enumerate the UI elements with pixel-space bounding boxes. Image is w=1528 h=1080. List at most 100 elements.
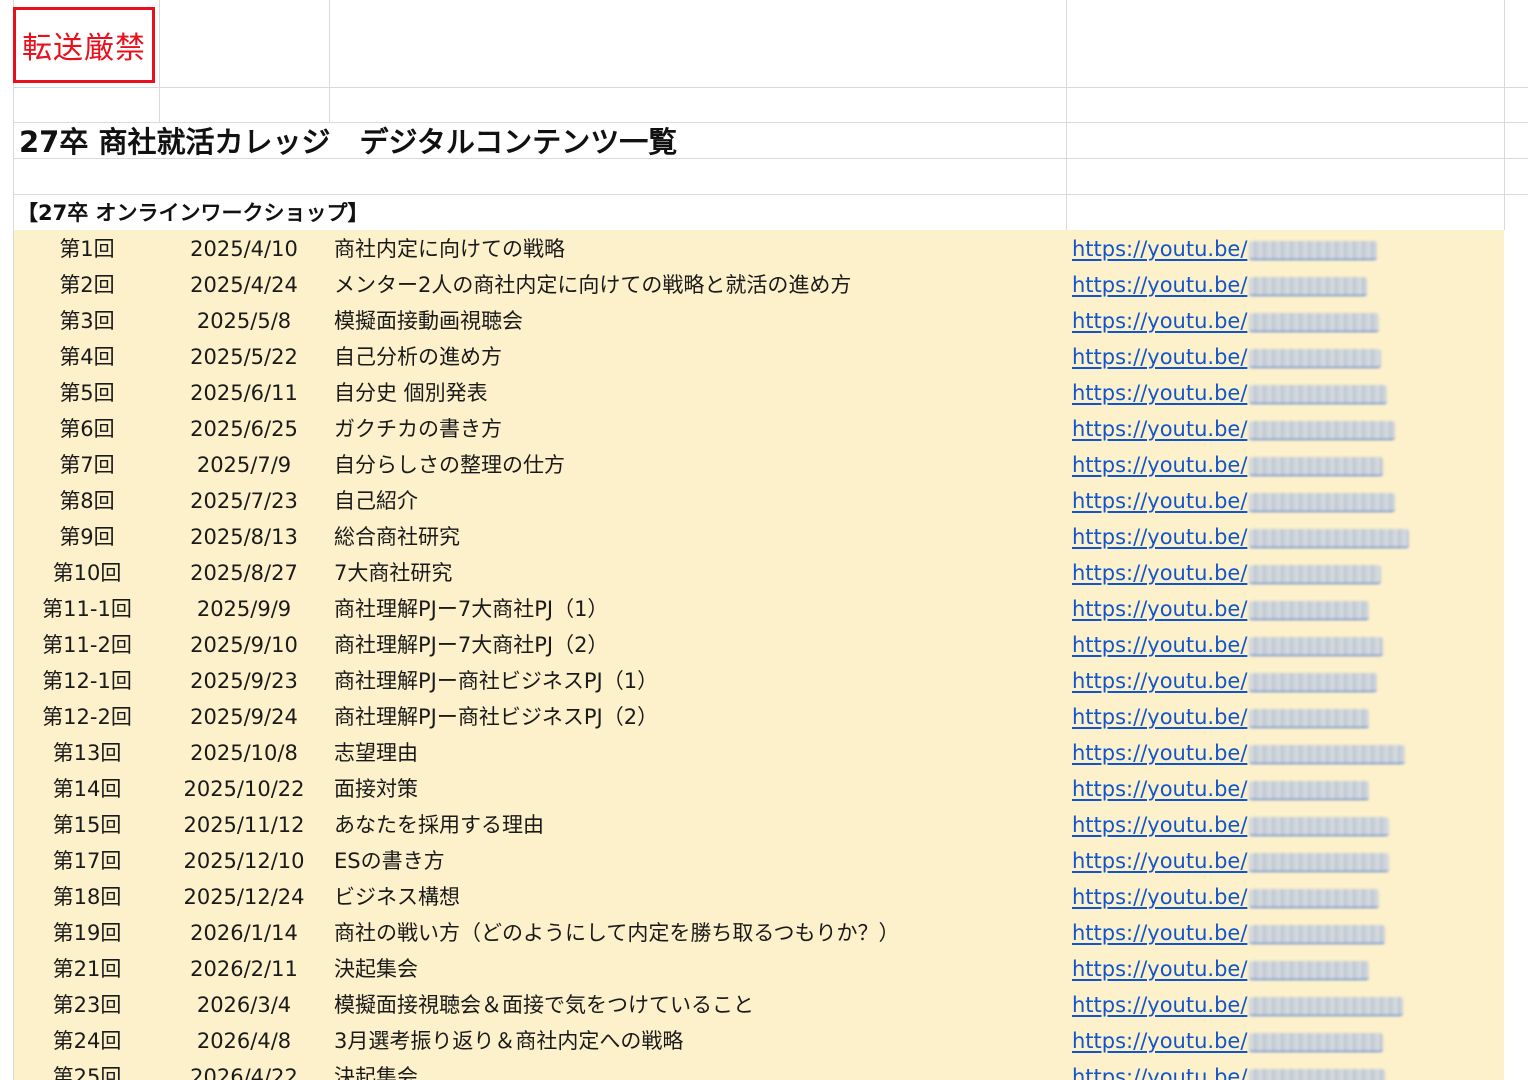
session-number: 第1回 <box>59 237 115 261</box>
video-link[interactable]: https://youtu.be/ <box>1072 951 1370 987</box>
video-link[interactable]: https://youtu.be/ <box>1072 231 1378 267</box>
video-link[interactable]: https://youtu.be/ <box>1072 915 1386 951</box>
video-link-cell: https://youtu.be/ <box>1072 231 1492 267</box>
session-date: 2025/8/27 <box>190 561 298 585</box>
video-link-text: https://youtu.be/ <box>1072 381 1248 405</box>
redacted-video-id <box>1249 888 1380 908</box>
session-title: 自己紹介 <box>334 489 418 513</box>
video-link[interactable]: https://youtu.be/ <box>1072 843 1390 879</box>
video-link[interactable]: https://youtu.be/ <box>1072 987 1404 1023</box>
table-row: 第5回 2025/6/11 自分史 個別発表 https://youtu.be/ <box>14 375 1504 411</box>
table-row: 第17回 2025/12/10 ESの書き方 https://youtu.be/ <box>14 843 1504 879</box>
video-link[interactable]: https://youtu.be/ <box>1072 735 1406 771</box>
video-link-cell: https://youtu.be/ <box>1072 267 1492 303</box>
video-link-text: https://youtu.be/ <box>1072 993 1248 1017</box>
video-link[interactable]: https://youtu.be/ <box>1072 699 1370 735</box>
table-row: 第1回 2025/4/10 商社内定に向けての戦略 https://youtu.be/ <box>14 231 1504 267</box>
session-number: 第18回 <box>52 885 122 909</box>
gridline-row-1 <box>14 87 1528 88</box>
video-link[interactable]: https://youtu.be/ <box>1072 303 1380 339</box>
session-title: 商社理解PJー商社ビジネスPJ（1） <box>334 669 659 693</box>
redacted-video-id <box>1249 1068 1386 1080</box>
session-date: 2025/5/22 <box>190 345 298 369</box>
redacted-video-id <box>1249 672 1378 692</box>
session-number: 第6回 <box>59 417 115 441</box>
video-link[interactable]: https://youtu.be/ <box>1072 519 1410 555</box>
session-title: 商社の戦い方（どのようにして内定を勝ち取るつもりか？） <box>334 921 900 945</box>
redacted-video-id <box>1249 564 1382 584</box>
video-link[interactable]: https://youtu.be/ <box>1072 1023 1384 1059</box>
redacted-video-id <box>1249 384 1388 404</box>
video-link[interactable]: https://youtu.be/ <box>1072 375 1388 411</box>
session-date: 2025/11/12 <box>183 813 305 837</box>
session-date: 2025/4/10 <box>190 237 298 261</box>
session-date: 2025/8/13 <box>190 525 298 549</box>
session-title: 7大商社研究 <box>334 561 453 585</box>
table-row: 第11-1回 2025/9/9 商社理解PJー7大商社PJ（1） https://yo… <box>14 591 1504 627</box>
video-link-cell: https://youtu.be/ <box>1072 303 1492 339</box>
table-row: 第25回 2026/4/22 決起集会 https://youtu.be/ <box>14 1059 1504 1080</box>
video-link-cell: https://youtu.be/ <box>1072 987 1492 1023</box>
session-date: 2025/6/11 <box>190 381 298 405</box>
table-row: 第21回 2026/2/11 決起集会 https://youtu.be/ <box>14 951 1504 987</box>
video-link-text: https://youtu.be/ <box>1072 1065 1248 1080</box>
video-link-cell: https://youtu.be/ <box>1072 915 1492 951</box>
video-link[interactable]: https://youtu.be/ <box>1072 591 1370 627</box>
video-link[interactable]: https://youtu.be/ <box>1072 555 1382 591</box>
video-link[interactable]: https://youtu.be/ <box>1072 1059 1386 1080</box>
session-date: 2026/2/11 <box>190 957 298 981</box>
table-row: 第12-1回 2025/9/23 商社理解PJー商社ビジネスPJ（1） https:/… <box>14 663 1504 699</box>
video-link-text: https://youtu.be/ <box>1072 489 1248 513</box>
redacted-video-id <box>1249 276 1368 296</box>
session-date: 2025/6/25 <box>190 417 298 441</box>
session-number: 第5回 <box>59 381 115 405</box>
table-row: 第24回 2026/4/8 3月選考振り返り＆商社内定への戦略 https://you… <box>14 1023 1504 1059</box>
redacted-video-id <box>1249 708 1370 728</box>
video-link-text: https://youtu.be/ <box>1072 345 1248 369</box>
session-number: 第17回 <box>52 849 122 873</box>
session-title: ESの書き方 <box>334 849 445 873</box>
spreadsheet: 転送厳禁 27卒 商社就活カレッジ デジタルコンテンツ一覧 【27卒 オンライン… <box>0 0 1528 1080</box>
session-title: 志望理由 <box>334 741 418 765</box>
video-link[interactable]: https://youtu.be/ <box>1072 339 1382 375</box>
video-link[interactable]: https://youtu.be/ <box>1072 879 1380 915</box>
video-link[interactable]: https://youtu.be/ <box>1072 267 1368 303</box>
redacted-video-id <box>1249 420 1396 440</box>
video-link[interactable]: https://youtu.be/ <box>1072 807 1390 843</box>
video-link[interactable]: https://youtu.be/ <box>1072 447 1384 483</box>
video-link-cell: https://youtu.be/ <box>1072 699 1492 735</box>
video-link-text: https://youtu.be/ <box>1072 849 1248 873</box>
session-number: 第8回 <box>59 489 115 513</box>
video-link-text: https://youtu.be/ <box>1072 921 1248 945</box>
session-date: 2025/4/24 <box>190 273 298 297</box>
session-title: ガクチカの書き方 <box>334 417 502 441</box>
table-row: 第23回 2026/3/4 模擬面接視聴会＆面接で気をつけていること https://… <box>14 987 1504 1023</box>
video-link-text: https://youtu.be/ <box>1072 669 1248 693</box>
video-link-text: https://youtu.be/ <box>1072 309 1248 333</box>
session-date: 2025/5/8 <box>196 309 292 333</box>
session-date: 2026/4/8 <box>196 1029 292 1053</box>
video-link-text: https://youtu.be/ <box>1072 885 1248 909</box>
video-link[interactable]: https://youtu.be/ <box>1072 411 1396 447</box>
video-link-text: https://youtu.be/ <box>1072 633 1248 657</box>
document-title: 27卒 商社就活カレッジ デジタルコンテンツ一覧 <box>19 125 678 159</box>
session-number: 第13回 <box>52 741 122 765</box>
session-date: 2025/12/10 <box>183 849 305 873</box>
redacted-video-id <box>1249 924 1386 944</box>
redacted-video-id <box>1249 240 1378 260</box>
video-link-text: https://youtu.be/ <box>1072 525 1248 549</box>
confidential-stamp-label: 転送厳禁 <box>22 31 146 66</box>
video-link[interactable]: https://youtu.be/ <box>1072 483 1396 519</box>
video-link-cell: https://youtu.be/ <box>1072 843 1492 879</box>
session-title: 商社理解PJー7大商社PJ（2） <box>334 633 609 657</box>
video-link[interactable]: https://youtu.be/ <box>1072 771 1370 807</box>
video-link[interactable]: https://youtu.be/ <box>1072 663 1378 699</box>
video-link-cell: https://youtu.be/ <box>1072 555 1492 591</box>
session-title: 自己分析の進め方 <box>334 345 502 369</box>
video-link[interactable]: https://youtu.be/ <box>1072 627 1384 663</box>
confidential-stamp: 転送厳禁 <box>13 7 155 83</box>
video-link-text: https://youtu.be/ <box>1072 273 1248 297</box>
video-link-cell: https://youtu.be/ <box>1072 447 1492 483</box>
video-link-cell: https://youtu.be/ <box>1072 1059 1492 1080</box>
video-link-cell: https://youtu.be/ <box>1072 807 1492 843</box>
